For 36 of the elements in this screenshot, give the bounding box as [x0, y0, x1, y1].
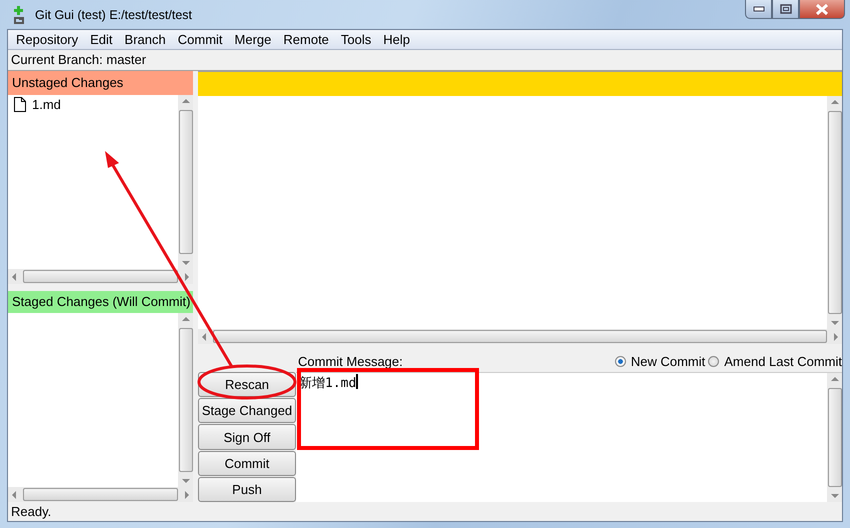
radio-label: New Commit: [630, 354, 706, 368]
minimize-button[interactable]: [745, 0, 772, 19]
vertical-scrollbar[interactable]: [178, 95, 193, 269]
menu-item[interactable]: Tools: [340, 32, 372, 47]
radio-circle[interactable]: [708, 356, 720, 366]
menu-item[interactable]: Help: [383, 32, 410, 47]
menu-item[interactable]: Edit: [90, 32, 113, 47]
vertical-scrollbar[interactable]: [827, 96, 842, 329]
vertical-scrollbar[interactable]: [178, 313, 193, 487]
maximize-icon: [780, 4, 792, 14]
action-button[interactable]: Push: [198, 476, 296, 502]
horizontal-scrollbar[interactable]: [8, 487, 193, 502]
radio-circle[interactable]: [614, 356, 626, 366]
app-icon: [11, 6, 27, 24]
horizontal-scrollbar[interactable]: [198, 329, 842, 344]
menu-item[interactable]: Commit: [178, 32, 223, 47]
window-title: Git Gui (test) E:/test/test/test: [35, 8, 192, 22]
action-button[interactable]: Commit: [198, 450, 296, 476]
minimize-icon: [752, 6, 764, 12]
status-text: Ready.: [10, 503, 52, 521]
commit-message-label: Commit Message:: [297, 354, 403, 368]
unstaged-header: Unstaged Changes: [8, 71, 193, 95]
radio-option[interactable]: New Commit: [614, 354, 706, 368]
menu-item[interactable]: Remote: [283, 32, 329, 47]
staged-header: Staged Changes (Will Commit): [8, 291, 193, 313]
horizontal-scrollbar[interactable]: [8, 269, 193, 284]
maximize-button[interactable]: [772, 0, 799, 19]
action-button[interactable]: Stage Changed: [198, 398, 296, 424]
close-button[interactable]: [799, 0, 845, 19]
file-name[interactable]: 1.md: [32, 97, 61, 112]
vertical-scrollbar[interactable]: [827, 373, 842, 502]
menu-item[interactable]: Merge: [234, 32, 272, 47]
menu-item[interactable]: Branch: [124, 32, 166, 47]
close-icon: [815, 4, 829, 14]
menu-item[interactable]: Repository: [16, 32, 78, 47]
action-button[interactable]: Sign Off: [198, 424, 296, 450]
